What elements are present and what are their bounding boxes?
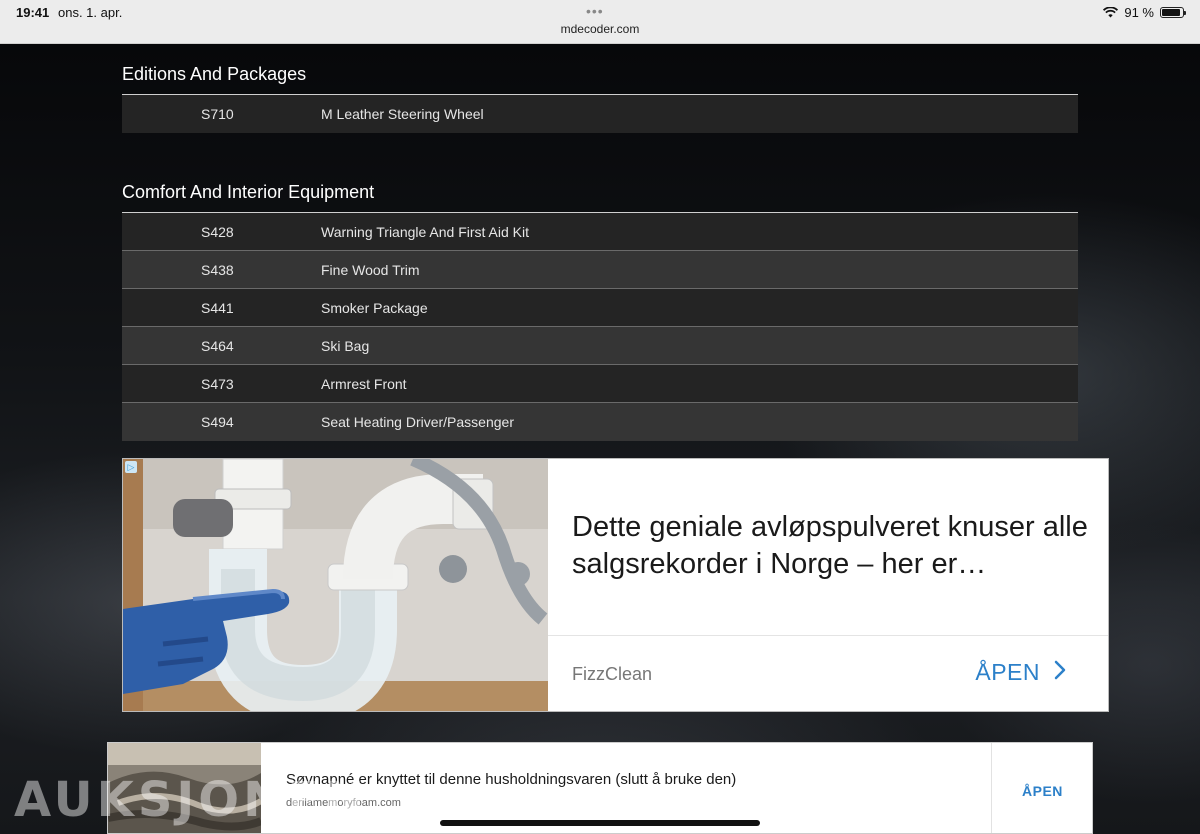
- option-code: S710: [201, 106, 234, 122]
- option-code: S428: [201, 223, 234, 240]
- ad-headline[interactable]: Dette geniale avløpspulveret knuser alle…: [572, 509, 1092, 583]
- status-date: ons. 1. apr.: [58, 5, 123, 20]
- option-description: Fine Wood Trim: [321, 261, 420, 278]
- home-indicator[interactable]: [440, 820, 760, 826]
- table-row: S494 Seat Heating Driver/Passenger: [122, 403, 1078, 441]
- watermark-logo: AUKSJONEN: [14, 772, 369, 828]
- chevron-right-icon: [1054, 660, 1066, 686]
- option-description: Armrest Front: [321, 375, 407, 392]
- option-code: S441: [201, 299, 234, 316]
- option-code: S494: [201, 414, 234, 430]
- section-title-editions: Editions And Packages: [122, 64, 307, 84]
- ad-separator: [991, 743, 992, 833]
- table-row: S473 Armrest Front: [122, 365, 1078, 403]
- ad-open-button[interactable]: ÅPEN: [1022, 783, 1063, 799]
- status-time: 19:41: [16, 5, 50, 20]
- table-row: S428 Warning Triangle And First Aid Kit: [122, 213, 1078, 251]
- option-code: S438: [201, 261, 234, 278]
- ad-brand: FizzClean: [572, 664, 653, 684]
- address-bar-url[interactable]: mdecoder.com: [0, 22, 1200, 36]
- wifi-icon: [1103, 7, 1119, 18]
- ad-open-label: ÅPEN: [975, 659, 1040, 685]
- section-title-comfort: Comfort And Interior Equipment: [122, 182, 375, 202]
- option-description: Smoker Package: [321, 299, 428, 316]
- status-indicators: 91 %: [1103, 5, 1186, 20]
- options-table-comfort: S428 Warning Triangle And First Aid Kit …: [122, 212, 1078, 441]
- table-row: S438 Fine Wood Trim: [122, 251, 1078, 289]
- option-description: Warning Triangle And First Aid Kit: [321, 223, 530, 240]
- options-table-editions: S710 M Leather Steering Wheel: [122, 94, 1078, 133]
- option-description: Seat Heating Driver/Passenger: [321, 414, 514, 430]
- option-description: M Leather Steering Wheel: [321, 106, 484, 122]
- browser-status-bar: 19:41 ons. 1. apr. ••• mdecoder.com 91 %: [0, 0, 1200, 44]
- battery-percent: 91 %: [1124, 5, 1154, 20]
- ad-open-button[interactable]: ÅPEN: [975, 659, 1066, 686]
- more-dots-icon[interactable]: •••: [586, 3, 604, 19]
- option-code: S464: [201, 337, 234, 354]
- adchoices-icon[interactable]: ▷: [125, 461, 137, 473]
- table-row: S464 Ski Bag: [122, 327, 1078, 365]
- ad-image-drain-pipe[interactable]: ▷: [123, 459, 548, 711]
- ad-divider: [548, 635, 1108, 636]
- table-row: S441 Smoker Package: [122, 289, 1078, 327]
- table-row: S710 M Leather Steering Wheel: [122, 95, 1078, 133]
- option-description: Ski Bag: [321, 337, 370, 354]
- battery-icon: [1160, 7, 1186, 18]
- sponsored-ad-large[interactable]: ▷ Dette geniale avløpspulveret knuser al…: [122, 458, 1109, 712]
- option-code: S473: [201, 375, 234, 392]
